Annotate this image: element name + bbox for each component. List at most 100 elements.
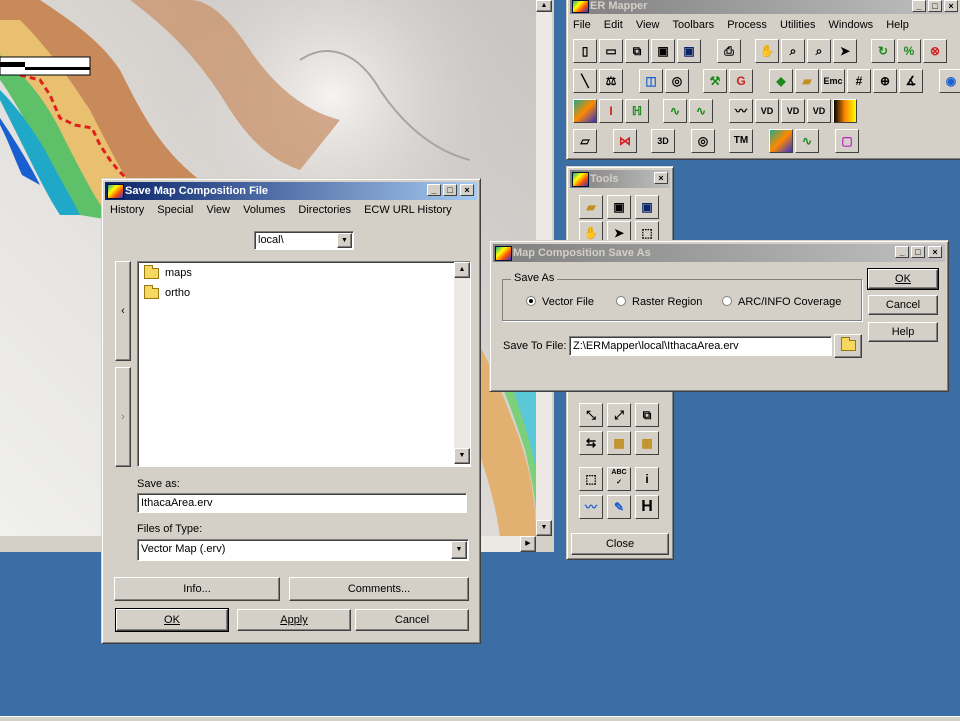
chevron-down-icon[interactable]: ▼ — [451, 541, 467, 559]
tools-text-icon[interactable]: ABC ✓ — [607, 467, 631, 491]
magnify-globe-icon[interactable]: ◉ — [939, 69, 960, 93]
graph-icon[interactable]: 〰 — [729, 99, 753, 123]
tools-icon[interactable]: ⚒ — [703, 69, 727, 93]
back-button[interactable]: ‹ — [115, 261, 131, 361]
save-as-minimize-button[interactable]: _ — [895, 246, 909, 258]
3d-icon[interactable]: 3D — [651, 129, 675, 153]
save-dialog-close-button[interactable]: × — [460, 184, 474, 196]
menu-directories[interactable]: Directories — [298, 204, 351, 216]
save-icon[interactable]: ▣ — [651, 39, 675, 63]
print-icon[interactable]: ⎙ — [717, 39, 741, 63]
crosshair-icon[interactable]: ⊕ — [873, 69, 897, 93]
tools-rect-select-icon[interactable]: ⬚ — [579, 467, 603, 491]
save-as-maximize-button[interactable]: □ — [911, 246, 925, 258]
menu-view[interactable]: View — [206, 204, 230, 216]
tools-h-icon[interactable]: H — [635, 495, 659, 519]
menu-special[interactable]: Special — [157, 204, 193, 216]
menu-process[interactable]: Process — [727, 19, 767, 31]
scroll-down-button[interactable]: ▼ — [454, 448, 470, 464]
scroll-right-button[interactable]: ▶ — [520, 536, 536, 552]
save-as-icon[interactable]: ▣ — [677, 39, 701, 63]
folder-list-scrollbar[interactable]: ▲ ▼ — [454, 262, 470, 464]
new-icon[interactable]: ▯ — [573, 39, 597, 63]
fingerprint-2-icon[interactable]: ◎ — [691, 129, 715, 153]
colorbar-icon[interactable] — [833, 99, 857, 123]
transform-2-icon[interactable]: ∿ — [689, 99, 713, 123]
radio-raster-region[interactable]: Raster Region — [616, 296, 702, 308]
refresh-icon[interactable]: ↻ — [871, 39, 895, 63]
directory-dropdown[interactable]: local\ ▼ — [254, 231, 354, 250]
thumbnail-icon[interactable] — [769, 129, 793, 153]
tools-signal-icon[interactable]: 〰 — [579, 495, 603, 519]
menu-utilities[interactable]: Utilities — [780, 19, 815, 31]
cancel-button[interactable]: Cancel — [355, 609, 469, 631]
tools-close-label-button[interactable]: Close — [571, 533, 669, 555]
percent-icon[interactable]: % — [897, 39, 921, 63]
tools-ungroup-icon[interactable]: ▩ — [635, 431, 659, 455]
menu-file[interactable]: File — [573, 19, 591, 31]
save-to-file-input[interactable]: Z:\ERMapper\local\IthacaArea.erv — [569, 336, 832, 356]
menu-toolbars[interactable]: Toolbars — [673, 19, 715, 31]
maximize-button[interactable]: □ — [928, 0, 942, 12]
scroll-up-button[interactable]: ▲ — [536, 0, 552, 12]
minimize-button[interactable]: _ — [912, 0, 926, 12]
vd-3-icon[interactable]: VD — [807, 99, 831, 123]
save-dialog-minimize-button[interactable]: _ — [427, 184, 441, 196]
balance-icon[interactable]: ⚖ — [599, 69, 623, 93]
menu-volumes[interactable]: Volumes — [243, 204, 285, 216]
transform-icon[interactable]: ∿ — [663, 99, 687, 123]
comments-button[interactable]: Comments... — [289, 577, 469, 601]
files-of-type-dropdown[interactable]: Vector Map (.erv) ▼ — [137, 539, 469, 561]
folder-open-icon[interactable]: ▰ — [795, 69, 819, 93]
apply-button[interactable]: Apply — [237, 609, 351, 631]
scroll-up-button[interactable]: ▲ — [454, 262, 470, 278]
tools-expand-icon[interactable]: ⤢ — [607, 403, 631, 427]
wave-icon[interactable]: ∿ — [795, 129, 819, 153]
forward-button[interactable]: › — [115, 367, 131, 467]
tools-pen-icon[interactable]: ✎ — [607, 495, 631, 519]
tools-info-icon[interactable]: i — [635, 467, 659, 491]
line-icon[interactable]: ╲ — [573, 69, 597, 93]
menu-history[interactable]: History — [110, 204, 144, 216]
pointer-icon[interactable]: ➤ — [833, 39, 857, 63]
image-display-icon[interactable] — [573, 99, 597, 123]
formula-icon[interactable]: Emc — [821, 69, 845, 93]
layers-icon[interactable]: ◆ — [769, 69, 793, 93]
ok-button[interactable]: OK — [115, 608, 229, 632]
georeference-icon[interactable]: G — [729, 69, 753, 93]
save-as-input[interactable]: IthacaArea.erv — [137, 493, 467, 513]
tools-copy-icon[interactable]: ⧉ — [635, 403, 659, 427]
info-button[interactable]: Info... — [114, 577, 280, 601]
radio-arc-info[interactable]: ARC/INFO Coverage — [722, 296, 841, 308]
tools-close-button[interactable]: × — [654, 172, 668, 184]
chevron-down-icon[interactable]: ▼ — [337, 233, 352, 248]
vd-icon[interactable]: VD — [755, 99, 779, 123]
vd-2-icon[interactable]: VD — [781, 99, 805, 123]
hand-icon[interactable]: ✋ — [755, 39, 779, 63]
save-as-close-button[interactable]: × — [928, 246, 942, 258]
close-button[interactable]: × — [944, 0, 958, 12]
menu-windows[interactable]: Windows — [829, 19, 874, 31]
fingerprint-icon[interactable]: ◎ — [665, 69, 689, 93]
tools-shrink-icon[interactable]: ⤡ — [579, 403, 603, 427]
grid-icon[interactable]: # — [847, 69, 871, 93]
radio-vector-file[interactable]: Vector File — [526, 296, 594, 308]
list-item[interactable]: ortho — [144, 284, 190, 299]
tm-icon[interactable]: TM — [729, 129, 753, 153]
histogram-icon[interactable]: ℍ — [625, 99, 649, 123]
tools-save-icon[interactable]: ▣ — [607, 195, 631, 219]
info-red-icon[interactable]: I — [599, 99, 623, 123]
browse-button[interactable] — [834, 334, 862, 358]
save-dialog-maximize-button[interactable]: □ — [443, 184, 457, 196]
save-as-help-button[interactable]: Help — [868, 322, 938, 342]
frame-icon[interactable]: ▢ — [835, 129, 859, 153]
menu-help[interactable]: Help — [886, 19, 909, 31]
save-as-cancel-button[interactable]: Cancel — [868, 295, 938, 315]
menu-edit[interactable]: Edit — [604, 19, 623, 31]
list-item[interactable]: maps — [144, 264, 192, 279]
menu-ecw-url-history[interactable]: ECW URL History — [364, 204, 452, 216]
zoom-box-icon[interactable]: ⌕ — [807, 39, 831, 63]
tools-save-as-icon[interactable]: ▣ — [635, 195, 659, 219]
tools-group-icon[interactable]: ▩ — [607, 431, 631, 455]
scroll-down-button[interactable]: ▼ — [536, 520, 552, 536]
